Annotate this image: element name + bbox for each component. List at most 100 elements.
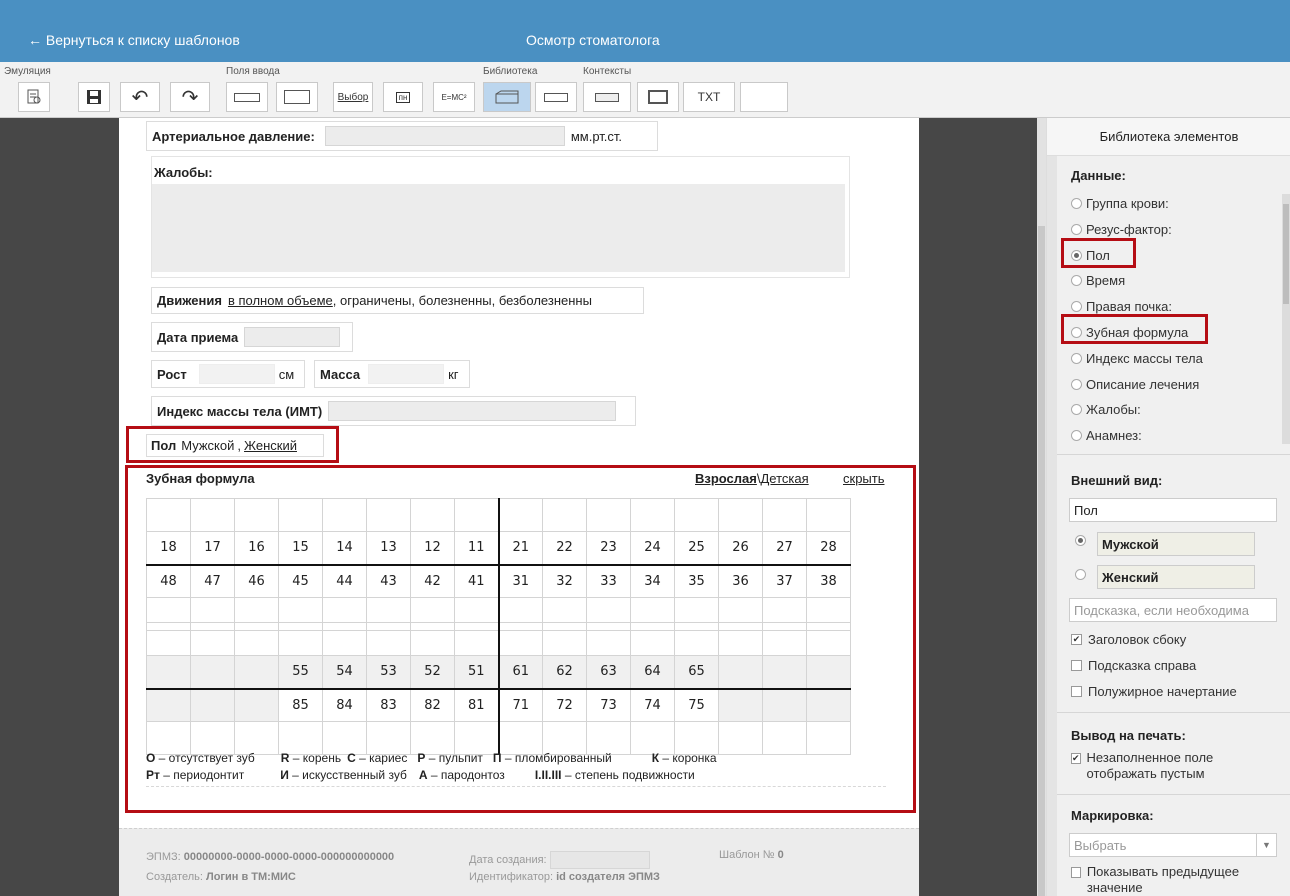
tooth-cell[interactable] [146,498,191,532]
tooth-cell[interactable] [806,721,851,755]
txt-button[interactable]: TXT [683,82,735,112]
tooth-cell[interactable] [542,498,587,532]
tooth-cell[interactable] [366,498,411,532]
option-male-input[interactable]: Мужской [1097,532,1255,556]
tooth-cell[interactable] [234,622,279,656]
hint-input[interactable]: Подсказка, если необходима [1069,598,1277,622]
tooth-cell[interactable]: 81 [454,688,499,722]
tooth-cell[interactable]: 51 [454,655,499,690]
tooth-cell[interactable] [234,688,279,722]
tooth-cell[interactable] [190,721,235,755]
tooth-cell[interactable]: 35 [674,564,719,598]
movement-option-painful[interactable]: болезненны [419,293,492,308]
checkbox-bold[interactable]: Полужирное начертание [1071,684,1237,699]
tooth-cell[interactable]: 46 [234,564,279,598]
tooth-cell[interactable]: 22 [542,531,587,566]
tooth-cell[interactable]: 21 [497,531,543,566]
tooth-cell[interactable] [718,688,763,722]
tooth-cell[interactable] [806,498,851,532]
checkbox-show-previous[interactable]: Показывать предыдущее значение [1071,864,1271,896]
data-item[interactable]: Жалобы: [1071,402,1141,417]
tooth-cell[interactable] [410,622,455,656]
tooth-cell[interactable]: 12 [410,531,455,566]
tooth-cell[interactable] [410,498,455,532]
save-button[interactable] [78,82,110,112]
tooth-cell[interactable] [146,721,191,755]
tooth-cell[interactable] [454,498,499,532]
tooth-cell[interactable] [718,655,763,690]
tooth-cell[interactable]: 27 [762,531,807,566]
choice-button[interactable]: Выбор [333,82,373,112]
tooth-cell[interactable]: 62 [542,655,587,690]
document-scrollbar[interactable] [1037,118,1046,896]
bmi-input[interactable] [328,401,617,421]
tooth-cell[interactable] [366,622,411,656]
tooth-cell[interactable] [630,721,675,755]
tooth-cell[interactable] [762,498,807,532]
tooth-cell[interactable] [674,622,719,656]
sex-option-female[interactable]: Женский [244,438,297,453]
tooth-cell[interactable]: 42 [410,564,455,598]
tooth-cell[interactable]: 41 [454,564,499,598]
tooth-cell[interactable] [190,688,235,722]
tooth-cell[interactable]: 33 [586,564,631,598]
data-item[interactable]: Резус-фактор: [1071,222,1172,237]
tooth-cell[interactable]: 52 [410,655,455,690]
checkbox-hint-right[interactable]: Подсказка справа [1071,658,1196,673]
tooth-cell[interactable]: 71 [497,688,543,722]
tooth-cell[interactable] [718,498,763,532]
undo-button[interactable]: ↶ [120,82,160,112]
tooth-cell[interactable] [234,721,279,755]
tooth-cell[interactable] [497,721,543,755]
tooth-cell[interactable] [190,655,235,690]
tooth-cell[interactable] [190,622,235,656]
tooth-cell[interactable] [146,688,191,722]
data-item[interactable]: Группа крови: [1071,196,1169,211]
tooth-cell[interactable]: 84 [322,688,367,722]
data-item[interactable]: Правая почка: [1071,299,1172,314]
tooth-cell[interactable]: 31 [497,564,543,598]
bp-input[interactable] [324,126,565,146]
tooth-cell[interactable] [762,622,807,656]
tooth-cell[interactable]: 47 [190,564,235,598]
tooth-cell[interactable]: 13 [366,531,411,566]
redo-button[interactable]: ↷ [170,82,210,112]
checkbox-print-empty[interactable]: ✔ Незаполненное поле отображать пустым [1071,750,1271,782]
tooth-cell[interactable]: 26 [718,531,763,566]
date-button[interactable]: пн [383,82,423,112]
tooth-cell[interactable]: 18 [146,531,191,566]
tooth-cell[interactable]: 55 [278,655,323,690]
tooth-cell[interactable] [190,498,235,532]
tooth-cell[interactable]: 25 [674,531,719,566]
tooth-cell[interactable] [454,721,499,755]
tooth-cell[interactable] [630,498,675,532]
tooth-cell[interactable]: 75 [674,688,719,722]
tooth-cell[interactable] [762,688,807,722]
document-scrollbar-thumb[interactable] [1038,226,1045,896]
tooth-cell[interactable] [278,622,323,656]
tooth-cell[interactable] [542,721,587,755]
tooth-cell[interactable]: 83 [366,688,411,722]
preview-button[interactable] [18,82,50,112]
tooth-cell[interactable] [586,622,631,656]
tooth-cell[interactable] [762,655,807,690]
tooth-cell[interactable] [586,721,631,755]
tooth-cell[interactable]: 36 [718,564,763,598]
tooth-cell[interactable]: 72 [542,688,587,722]
option-female-radio[interactable] [1075,568,1090,583]
tooth-cell[interactable]: 48 [146,564,191,598]
dental-mode-adult[interactable]: Взрослая [695,471,757,486]
weight-input[interactable] [368,364,445,384]
data-item[interactable]: Время [1071,273,1125,288]
tooth-cell[interactable]: 61 [497,655,543,690]
tooth-cell[interactable] [366,721,411,755]
dental-mode-child[interactable]: Детская [761,471,809,486]
tooth-cell[interactable] [630,622,675,656]
tooth-cell[interactable] [542,622,587,656]
tooth-cell[interactable] [586,498,631,532]
tooth-cell[interactable]: 37 [762,564,807,598]
tooth-cell[interactable] [146,655,191,690]
tooth-cell[interactable]: 28 [806,531,851,566]
tooth-cell[interactable]: 82 [410,688,455,722]
tooth-cell[interactable] [806,688,851,722]
